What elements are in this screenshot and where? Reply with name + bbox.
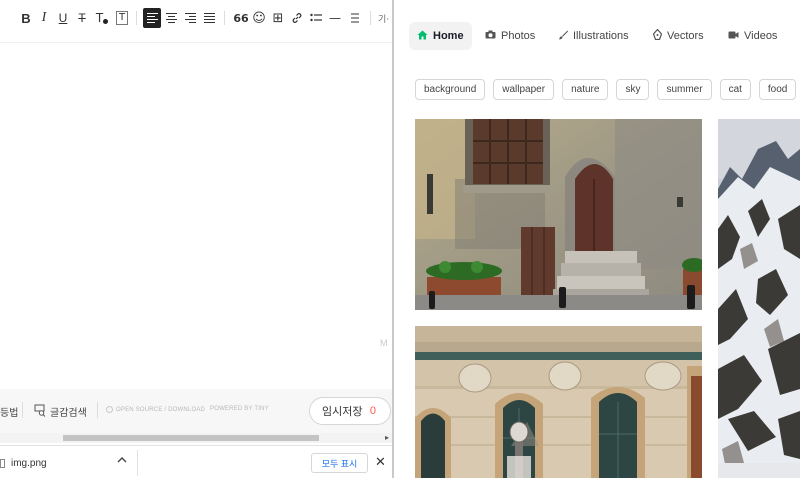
text-background-button[interactable]: T: [113, 8, 131, 28]
align-right-icon: [184, 13, 196, 23]
align-center-icon: [165, 13, 177, 23]
toolbar-separator: [136, 11, 137, 25]
open-source-label: OPEN SOURCE / DOWNLOAD: [116, 407, 206, 414]
tiny-open-source-link[interactable]: OPEN SOURCE / DOWNLOAD: [106, 406, 205, 413]
pen-nib-glyph: [652, 28, 663, 41]
search-material-label: 글감검색: [50, 408, 87, 419]
strikethrough-button[interactable]: T: [73, 8, 91, 28]
download-item[interactable]: img.png: [0, 458, 47, 469]
quote-button[interactable]: 66: [232, 8, 250, 28]
tag-summer[interactable]: summer: [657, 79, 712, 100]
horizontal-rule-button[interactable]: —: [326, 8, 344, 28]
tag-cat[interactable]: cat: [719, 79, 751, 100]
powered-by-tiny: POWERED BY TINY: [210, 406, 269, 412]
screen: B I U T T T 66 ☺ ⊞ — 기· M 등법 글감검색 OPEN S…: [0, 0, 800, 478]
home-icon: [417, 30, 428, 43]
link-icon: [292, 13, 302, 23]
editor-corner-mark: M: [380, 338, 388, 348]
scrollbar-thumb[interactable]: [63, 435, 319, 441]
nav-tab-label: Home: [433, 30, 464, 42]
horizontal-scrollbar[interactable]: ▸: [0, 433, 392, 443]
nav-tab-illustrations[interactable]: Illustrations: [550, 22, 637, 50]
text-color-button[interactable]: T: [92, 8, 112, 28]
more-button[interactable]: [346, 8, 364, 28]
home-glyph: [417, 30, 428, 39]
scroll-right-arrow-icon[interactable]: ▸: [385, 433, 389, 442]
video-camera-icon: [728, 31, 739, 42]
temp-save-button[interactable]: 임시저장 0: [309, 397, 391, 425]
brush-icon: [558, 30, 568, 43]
image-site-pane: Home Photos Illustrations Vectors Videos: [394, 0, 800, 478]
align-left-button[interactable]: [143, 8, 161, 28]
align-right-button[interactable]: [181, 8, 199, 28]
nav-tab-photos[interactable]: Photos: [477, 22, 543, 50]
italic-button[interactable]: I: [35, 8, 53, 28]
chevron-up-icon[interactable]: [117, 455, 127, 467]
tag-list: background wallpaper nature sky summer c…: [415, 79, 797, 100]
bottom-separator: [22, 402, 23, 418]
more-formats-button[interactable]: 기·: [378, 8, 392, 28]
bold-button[interactable]: B: [17, 8, 35, 28]
tag-background[interactable]: background: [415, 79, 486, 100]
show-all-button[interactable]: 모두 표시: [311, 453, 368, 473]
photo-old-stone-house[interactable]: [415, 119, 702, 310]
chevron-up-glyph: [117, 457, 127, 463]
file-icon: [0, 458, 5, 468]
pen-nib-icon: [652, 28, 663, 43]
bullet-list-icon: [310, 13, 322, 22]
nav-tab-label: Vectors: [667, 30, 704, 42]
nav-tab-label: Photos: [501, 30, 536, 42]
nav-tab-videos[interactable]: Videos: [720, 22, 785, 50]
text-color-label: T: [95, 11, 104, 25]
table-button[interactable]: ⊞: [269, 8, 287, 28]
toolbar-separator: [370, 11, 371, 25]
editor-pane: B I U T T T 66 ☺ ⊞ — 기· M 등법 글감검색 OPEN S…: [0, 0, 392, 478]
tiny-logo-icon: [106, 406, 113, 413]
editor-bottom-bar: 등법 글감검색 OPEN SOURCE / DOWNLOAD POWERED B…: [0, 389, 392, 433]
underline-button[interactable]: U: [54, 8, 72, 28]
nav-tab-vectors[interactable]: Vectors: [645, 22, 712, 50]
align-justify-button[interactable]: [200, 8, 218, 28]
tag-sky[interactable]: sky: [616, 79, 650, 100]
align-left-icon: [146, 13, 158, 23]
camera-icon: [485, 30, 496, 42]
nav-tab-home[interactable]: Home: [409, 22, 472, 50]
download-shelf: img.png 모두 표시 ✕: [0, 445, 392, 478]
toolbar-separator: [224, 11, 225, 25]
mountains-image: [718, 119, 800, 478]
tag-wallpaper[interactable]: wallpaper: [493, 79, 555, 100]
bottom-separator: [97, 402, 98, 418]
align-justify-icon: [203, 13, 215, 23]
text-background-label: T: [115, 11, 129, 25]
tag-food[interactable]: food: [758, 79, 797, 100]
photo-ornate-facade[interactable]: [415, 326, 702, 478]
photo-snowy-mountains[interactable]: [718, 119, 800, 478]
align-center-button[interactable]: [162, 8, 180, 28]
editor-content-area[interactable]: [0, 43, 392, 389]
list-button[interactable]: [307, 8, 325, 28]
temp-save-label: 임시저장: [322, 406, 363, 418]
video-camera-glyph: [728, 31, 739, 38]
tag-nature[interactable]: nature: [562, 79, 609, 100]
download-separator: [137, 450, 138, 476]
bottom-left-label[interactable]: 등법: [0, 404, 18, 419]
temp-save-count: 0: [369, 405, 376, 417]
link-button[interactable]: [288, 8, 306, 28]
dot-icon: [103, 18, 109, 24]
download-file-name: img.png: [11, 458, 47, 469]
stone-house-image: [415, 119, 702, 310]
nav-tab-label: Illustrations: [573, 30, 629, 42]
camera-glyph: [485, 30, 496, 39]
emoji-button[interactable]: ☺: [250, 8, 268, 28]
brush-glyph: [559, 30, 568, 39]
nav-tab-label: Videos: [744, 30, 778, 42]
editor-toolbar: B I U T T T 66 ☺ ⊞ — 기·: [0, 0, 392, 36]
search-material-icon: [34, 404, 46, 417]
more-options-icon: [351, 13, 359, 23]
close-icon[interactable]: ✕: [375, 454, 386, 470]
facade-image: [415, 326, 702, 478]
